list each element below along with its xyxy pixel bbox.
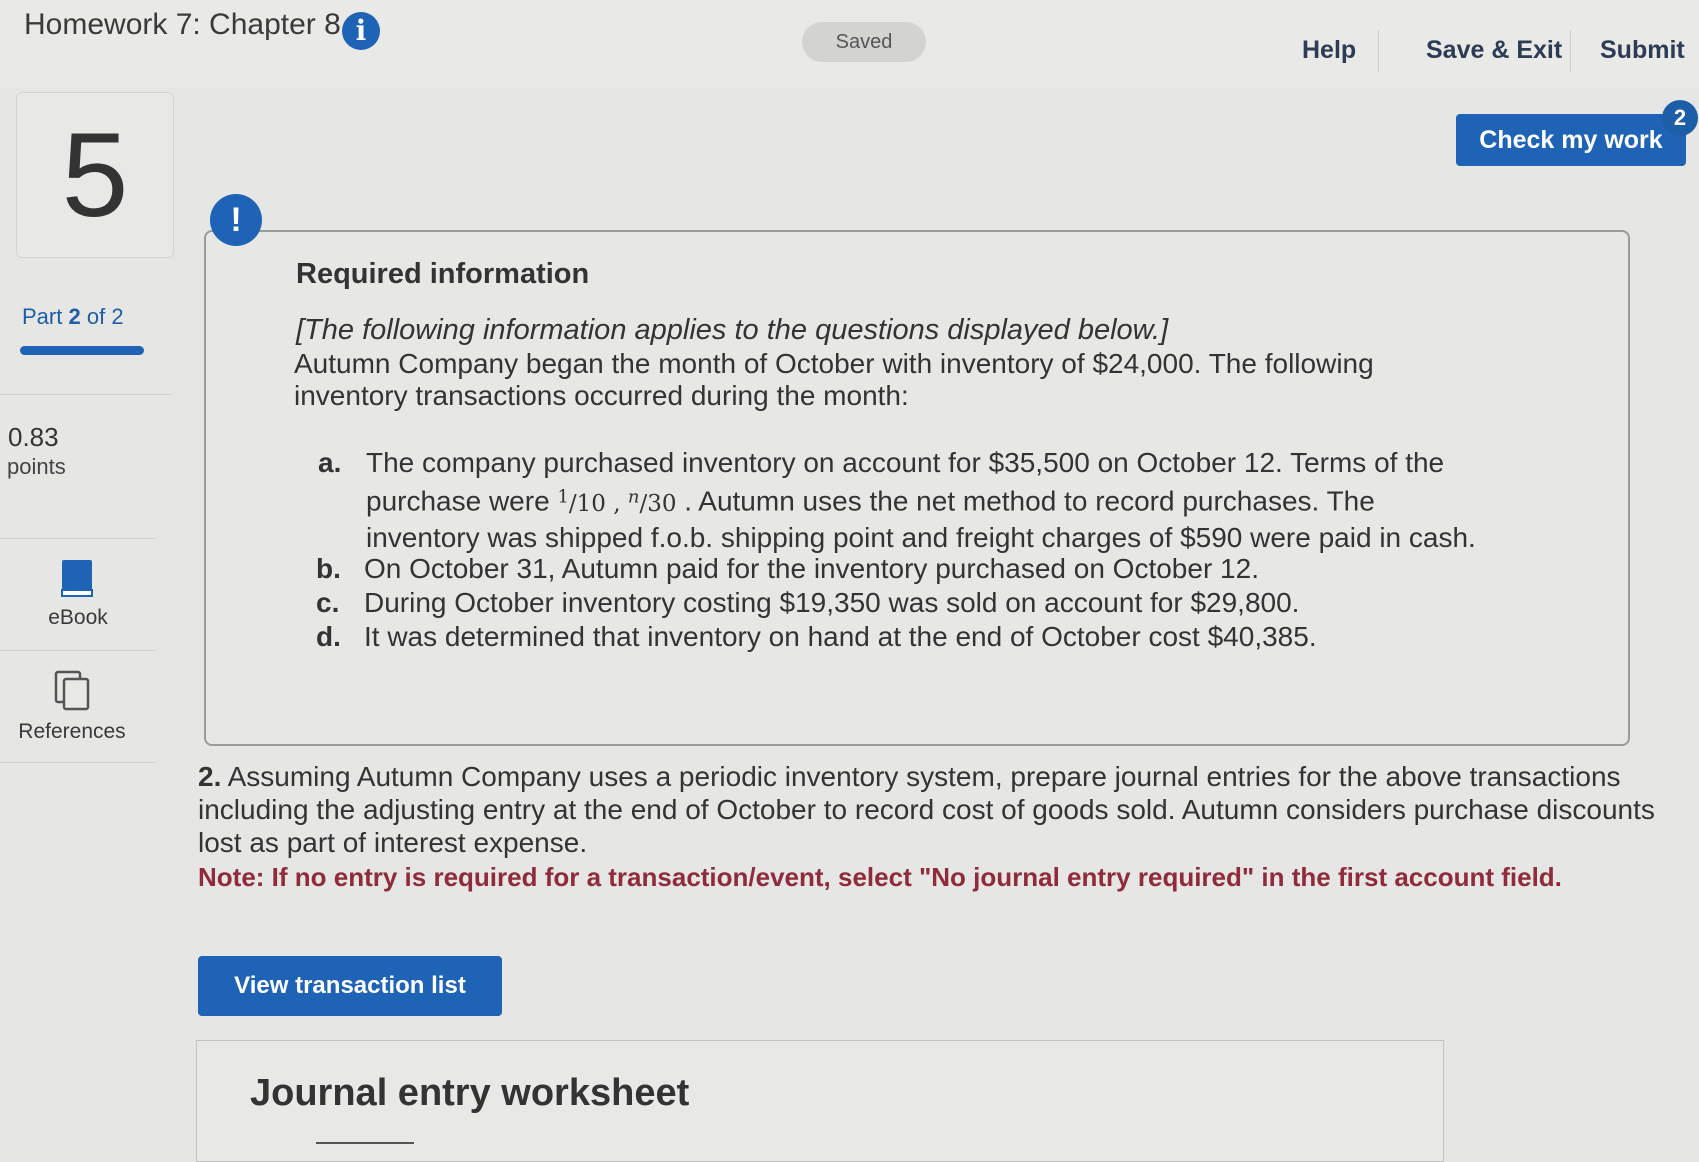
question-text: 2. Assuming Autumn Company uses a period… <box>198 760 1698 859</box>
book-icon <box>61 560 93 597</box>
sidebar-divider <box>0 650 156 651</box>
part-current: 2 <box>68 304 81 329</box>
saved-status: Saved <box>802 22 926 62</box>
ebook-button[interactable]: eBook <box>0 558 156 630</box>
part-total: of 2 <box>86 304 124 329</box>
required-information-intro: Autumn Company began the month of Octobe… <box>294 348 1374 411</box>
sidebar-divider <box>0 538 156 539</box>
item-letter: b. <box>316 553 341 584</box>
attempts-badge: 2 <box>1662 100 1698 136</box>
terms-prefix: purchase were <box>366 485 550 517</box>
item-letter: a. <box>318 447 342 478</box>
item-letter: d. <box>316 621 341 652</box>
part-progress-bar <box>20 346 144 355</box>
required-information-title: Required information <box>296 258 590 290</box>
transaction-d-text: It was determined that inventory on hand… <box>364 621 1317 652</box>
part-indicator: Part 2 of 2 <box>22 304 124 330</box>
references-label: References <box>18 720 126 743</box>
transaction-b: b. On October 31, Autumn paid for the in… <box>316 552 1564 586</box>
view-transaction-list-button[interactable]: View transaction list <box>198 956 502 1016</box>
transaction-b-text: On October 31, Autumn paid for the inven… <box>364 553 1259 584</box>
submit-link[interactable]: Submit <box>1600 36 1685 65</box>
transaction-a: a. The company purchased inventory on ac… <box>318 446 1566 555</box>
question-note: Note: If no entry is required for a tran… <box>198 862 1562 892</box>
question-number-card: 5 <box>16 92 174 258</box>
nav-divider <box>1378 30 1379 72</box>
references-button[interactable]: References <box>0 670 150 744</box>
ebook-label: eBook <box>48 606 108 629</box>
references-icon <box>54 670 90 711</box>
points-value: 0.83 <box>8 422 59 452</box>
transaction-a-line2: purchase were 1/10 , n/30 . Autumn uses … <box>366 480 1566 521</box>
question-number-label: 2. <box>198 761 222 792</box>
info-icon[interactable]: i <box>342 12 380 50</box>
transaction-c-text: During October inventory costing $19,350… <box>364 587 1300 618</box>
nav-divider <box>1570 30 1571 72</box>
worksheet-title: Journal entry worksheet <box>250 1072 690 1114</box>
assignment-title: Homework 7: Chapter 8 <box>24 8 341 41</box>
transaction-a-line1: The company purchased inventory on accou… <box>366 447 1445 478</box>
payment-terms: 1/10 , n/30 <box>557 486 677 517</box>
alert-icon: ! <box>210 194 262 246</box>
transaction-c: c. During October inventory costing $19,… <box>316 586 1564 620</box>
save-exit-link[interactable]: Save & Exit <box>1426 36 1562 65</box>
question-body: Assuming Autumn Company uses a periodic … <box>198 761 1655 858</box>
sidebar-divider <box>0 394 172 395</box>
points-label: points <box>7 454 66 479</box>
terms-suffix: . Autumn uses the net method to record p… <box>684 485 1375 517</box>
item-letter: c. <box>316 587 340 618</box>
question-number: 5 <box>61 108 129 242</box>
sidebar-divider <box>0 762 156 763</box>
required-information-note: [The following information applies to th… <box>296 314 1169 346</box>
transaction-a-line3: inventory was shipped f.o.b. shipping po… <box>366 521 1476 553</box>
part-word: Part <box>22 304 63 329</box>
transaction-d: d. It was determined that inventory on h… <box>316 620 1564 654</box>
help-link[interactable]: Help <box>1302 36 1356 65</box>
worksheet-tab-indicator <box>316 1142 414 1144</box>
check-my-work-button[interactable]: Check my work <box>1456 114 1686 166</box>
